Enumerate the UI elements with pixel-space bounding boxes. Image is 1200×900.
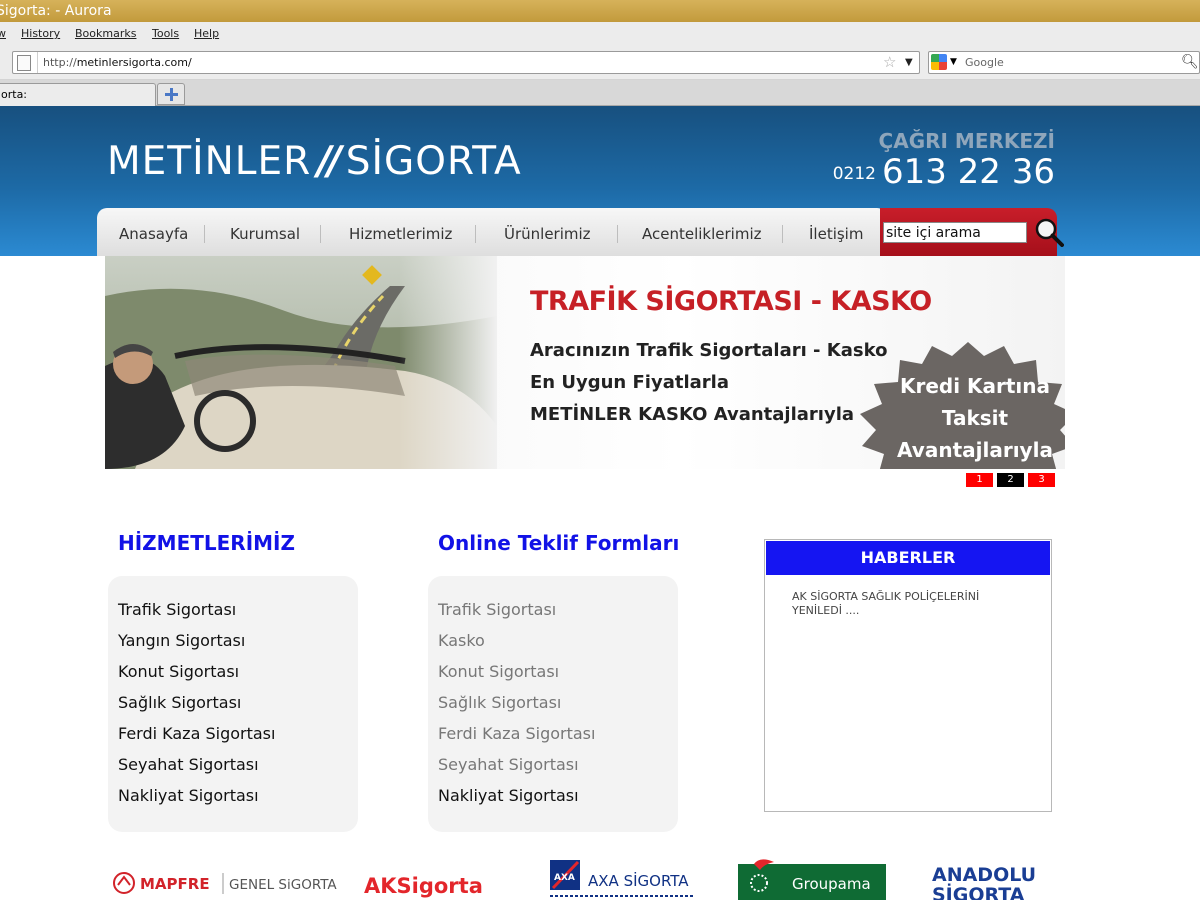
search-icon[interactable]: 🔍︎ [1181, 53, 1199, 72]
banner-line-2: En Uygun Fiyatlarla [530, 372, 729, 393]
menu-history[interactable]: History [21, 22, 60, 46]
nav-divider [617, 225, 618, 243]
url-host: metinlersigorta.com/ [76, 56, 192, 69]
search-engine-icon[interactable] [931, 54, 947, 70]
site-search-input[interactable] [883, 222, 1027, 243]
phone-area-code: 0212 [832, 164, 876, 184]
slide-dot-1[interactable]: 1 [966, 473, 993, 487]
forms-list: Trafik Sigortası Kasko Konut Sigortası S… [428, 576, 678, 832]
services-item[interactable]: Ferdi Kaza Sigortası [118, 724, 275, 744]
nav-item-urunlerimiz[interactable]: Ürünlerimiz [504, 224, 591, 244]
hero-banner[interactable]: TRAFİK SİGORTASI - KASKO Aracınızın Traf… [105, 256, 1065, 469]
forms-item[interactable]: Sağlık Sigortası [438, 693, 561, 713]
services-item[interactable]: Seyahat Sigortası [118, 755, 259, 775]
slide-dot-3[interactable]: 3 [1028, 473, 1055, 487]
browser-search-bar[interactable]: ▼ Google 🔍︎ [928, 51, 1200, 74]
window-title: Sigorta: - Aurora [0, 3, 112, 19]
phone-number: 0212 613 22 36 [780, 152, 1055, 192]
anadolu-logo-text-1: ANADOLU [932, 864, 1036, 886]
nav-divider [782, 225, 783, 243]
menu-tools[interactable]: Tools [152, 22, 179, 46]
news-panel: HABERLER AK SİGORTA SAĞLIK POLİÇELERİNİ … [764, 539, 1052, 812]
forms-item[interactable]: Ferdi Kaza Sigortası [438, 724, 595, 744]
car-photo-image [105, 256, 497, 469]
forms-title: Online Teklif Formları [438, 531, 680, 555]
address-bar-divider [37, 52, 38, 73]
nav-item-anasayfa[interactable]: Anasayfa [119, 224, 188, 244]
url-protocol: http:// [43, 56, 77, 69]
services-item[interactable]: Nakliyat Sigortası [118, 786, 259, 806]
logo-text-left: METİNLER [107, 139, 312, 184]
menu-help[interactable]: Help [194, 22, 219, 46]
forms-item[interactable]: Nakliyat Sigortası [438, 786, 579, 806]
slide-dot-2[interactable]: 2 [997, 473, 1024, 487]
window-title-bar: Sigorta: - Aurora [0, 0, 1200, 22]
mapfre-logo-text: MAPFRE [140, 875, 210, 893]
forms-item[interactable]: Seyahat Sigortası [438, 755, 579, 775]
phone-main-number: 613 22 36 [881, 152, 1055, 192]
site-logo[interactable]: METİNLER//SİGORTA [107, 140, 522, 184]
nav-divider [475, 225, 476, 243]
search-placeholder: Google [965, 56, 1004, 69]
services-item[interactable]: Sağlık Sigortası [118, 693, 241, 713]
nav-divider [320, 225, 321, 243]
groupama-logo[interactable]: Groupama [738, 858, 888, 900]
mapfre-logo-subtext: GENEL SiGORTA [229, 877, 337, 893]
logo-text-right: SİGORTA [345, 139, 522, 184]
promo-line-1: Kredi Kartına [899, 374, 1051, 398]
call-center-label: ÇAĞRI MERKEZİ [878, 129, 1055, 153]
services-item[interactable]: Yangın Sigortası [118, 631, 245, 651]
news-item[interactable]: AK SİGORTA SAĞLIK POLİÇELERİNİ YENİLEDİ … [792, 590, 1022, 618]
nav-item-hizmetlerimiz[interactable]: Hizmetlerimiz [349, 224, 452, 244]
anadolu-sigorta-logo[interactable]: ANADOLU SİGORTA [928, 858, 1068, 900]
new-tab-plus-icon[interactable] [157, 83, 185, 105]
forms-item[interactable]: Konut Sigortası [438, 662, 559, 682]
logo-slashes: // [317, 139, 341, 184]
services-list: Trafik Sigortası Yangın Sigortası Konut … [108, 576, 358, 832]
services-item[interactable]: Trafik Sigortası [118, 600, 236, 620]
address-bar[interactable]: http://metinlersigorta.com/ ☆ ▼ [12, 51, 920, 74]
aksigorta-logo[interactable]: AKSigorta [356, 858, 516, 900]
axa-logo-badge: AXA [554, 873, 575, 883]
mapfre-logo[interactable]: MAPFRE GENEL SiGORTA [112, 858, 347, 900]
tab-strip: orta: [0, 80, 1200, 106]
groupama-logo-text: Groupama [792, 875, 871, 893]
nav-item-kurumsal[interactable]: Kurumsal [230, 224, 300, 244]
browser-toolbar: http://metinlersigorta.com/ ☆ ▼ ▼ Google… [0, 46, 1200, 80]
history-dropdown-icon[interactable]: ▼ [905, 53, 913, 72]
forms-item[interactable]: Trafik Sigortası [438, 600, 556, 620]
bookmark-star-icon[interactable]: ☆ [883, 53, 896, 72]
news-title: HABERLER [766, 541, 1050, 575]
main-navigation: Anasayfa Kurumsal Hizmetlerimiz Ürünleri… [97, 208, 887, 256]
banner-line-1: Aracınızın Trafik Sigortaları - Kasko [530, 340, 888, 361]
promo-line-2: Taksit [941, 406, 1009, 430]
promo-line-3: Avantajlarıyla [897, 438, 1053, 462]
browser-menu-bar: w History Bookmarks Tools Help [0, 22, 1200, 46]
menu-view[interactable]: w [0, 22, 6, 46]
search-icon[interactable] [1034, 217, 1064, 247]
banner-headline: TRAFİK SİGORTASI - KASKO [530, 286, 932, 317]
nav-item-iletisim[interactable]: İletişim [809, 224, 863, 244]
axa-logo[interactable]: AXA AXA SİGORTA [548, 858, 698, 900]
services-title: HİZMETLERİMİZ [118, 531, 295, 555]
aksigorta-logo-text: AKSigorta [364, 874, 483, 898]
browser-tab[interactable]: orta: [0, 83, 156, 106]
nav-item-acenteliklerimiz[interactable]: Acenteliklerimiz [642, 224, 762, 244]
url-text[interactable]: http://metinlersigorta.com/ [43, 52, 192, 73]
menu-bookmarks[interactable]: Bookmarks [75, 22, 136, 46]
axa-logo-text: AXA SİGORTA [588, 871, 689, 890]
nav-divider [204, 225, 205, 243]
anadolu-logo-text-2: SİGORTA [932, 882, 1025, 900]
tab-title: orta: [1, 88, 28, 101]
page-icon [17, 55, 31, 71]
engine-dropdown-icon[interactable]: ▼ [950, 53, 957, 72]
services-item[interactable]: Konut Sigortası [118, 662, 239, 682]
forms-item[interactable]: Kasko [438, 631, 485, 651]
banner-line-3: METİNLER KASKO Avantajlarıyla [530, 404, 855, 425]
